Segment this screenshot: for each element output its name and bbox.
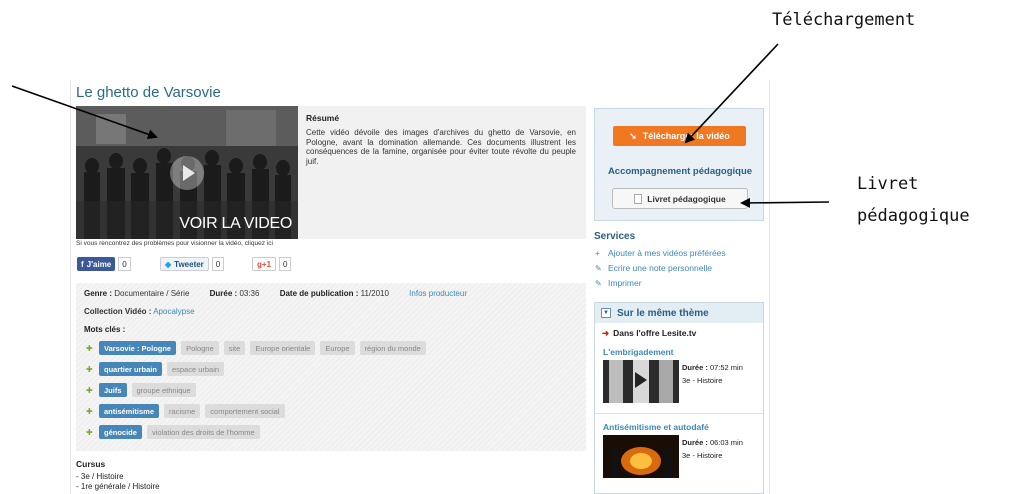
- plus-bullet-icon: ✚: [86, 364, 93, 374]
- keyword-tag-secondary[interactable]: groupe ethnique: [131, 383, 196, 397]
- keyword-tag-secondary[interactable]: Europe orientale: [250, 341, 316, 355]
- download-video-button[interactable]: ➘ Télécharger la vidéo: [613, 126, 746, 146]
- same-theme-box: ▼ Sur le même thème ➜ Dans l'offre Lesit…: [594, 302, 764, 494]
- page-title: Le ghetto de Varsovie: [76, 84, 221, 101]
- keyword-tag-primary[interactable]: antisémitisme: [99, 404, 160, 418]
- divider: [595, 413, 763, 414]
- annotation-livret-line2: pédagogique: [857, 206, 970, 226]
- keyword-tag-primary[interactable]: Varsovie : Pologne: [99, 341, 177, 355]
- keyword-row: ✚ antisémitisme racisme comportement social: [86, 404, 285, 418]
- related-video-title[interactable]: L'embrigadement: [603, 347, 674, 357]
- summary-heading: Résumé: [306, 113, 340, 123]
- accompaniment-title: Accompagnement pédagogique: [607, 166, 753, 177]
- keyword-row: ✚ quartier urbain espace urbain: [86, 362, 225, 376]
- document-icon: [634, 193, 643, 204]
- related-video-thumbnail[interactable]: [603, 435, 679, 478]
- video-player[interactable]: VOIR LA VIDEO: [76, 106, 298, 239]
- related-video-meta: Durée : 06:03 min 3e - Histoire: [682, 438, 743, 460]
- keyword-tag-primary[interactable]: génocide: [99, 425, 142, 439]
- keyword-tag-secondary[interactable]: violation des droits de l'homme: [146, 425, 260, 439]
- twitter-count: 0: [211, 257, 225, 271]
- gplus-share[interactable]: g +1 0: [252, 257, 292, 271]
- play-icon[interactable]: [170, 156, 204, 190]
- keyword-tag-secondary[interactable]: espace urbain: [166, 362, 225, 376]
- summary-text: Cette vidéo dévoile des images d'archive…: [306, 128, 576, 166]
- video-help-text[interactable]: Si vous rencontrez des problèmes pour vi…: [76, 240, 273, 247]
- cursus-item: - 1re générale / Histoire: [76, 482, 160, 491]
- plus-icon: +: [595, 248, 600, 258]
- keyword-tag-secondary[interactable]: Pologne: [181, 341, 219, 355]
- plus-bullet-icon: ✚: [86, 427, 93, 437]
- facebook-button[interactable]: f J'aime: [77, 257, 116, 271]
- video-metadata: Genre : Documentaire / Série Durée : 03:…: [76, 283, 586, 451]
- twitter-share[interactable]: ◆ Tweeter 0: [160, 257, 225, 271]
- related-video-meta: Durée : 07:52 min 3e - Histoire: [682, 363, 743, 385]
- plus-bullet-icon: ✚: [86, 385, 93, 395]
- keyword-tag-secondary[interactable]: Europe: [320, 341, 355, 355]
- note-icon: ✎: [595, 263, 602, 273]
- facebook-count: 0: [118, 257, 131, 271]
- print-icon: ✎: [595, 278, 602, 288]
- facebook-like[interactable]: f J'aime 0: [77, 257, 131, 271]
- collection-link[interactable]: Apocalypse: [153, 307, 194, 316]
- cursus-section: Cursus - 3e / Histoire - 1re générale / …: [76, 459, 160, 492]
- summary-panel: Résumé Cette vidéo dévoile des images d'…: [298, 106, 586, 239]
- gplus-button[interactable]: g +1: [252, 257, 277, 271]
- same-theme-header[interactable]: ▼ Sur le même thème: [595, 303, 763, 323]
- genre-value: Documentaire / Série: [114, 289, 190, 298]
- annotation-livret-line1: Livret: [857, 174, 919, 194]
- keyword-tag-secondary[interactable]: région du monde: [359, 341, 426, 355]
- services-title: Services: [594, 231, 636, 242]
- keyword-tag-secondary[interactable]: racisme: [164, 404, 201, 418]
- cursus-title: Cursus: [76, 459, 106, 469]
- keyword-tag-primary[interactable]: Juifs: [99, 383, 127, 397]
- offer-line: ➜ Dans l'offre Lesite.tv: [602, 328, 697, 338]
- service-add-favorites[interactable]: + Ajouter à mes vidéos préférées: [595, 248, 726, 258]
- related-video-title[interactable]: Antisémitisme et autodafé: [603, 422, 709, 432]
- facebook-icon: f: [81, 259, 84, 269]
- meta-info-row: Genre : Documentaire / Série Durée : 03:…: [84, 289, 467, 298]
- twitter-icon: ◆: [165, 259, 172, 269]
- publication-date: 11/2010: [360, 289, 389, 298]
- keyword-row: ✚ génocide violation des droits de l'homme: [86, 425, 260, 439]
- related-video-thumbnail[interactable]: [603, 360, 679, 403]
- keywords-label: Mots clés :: [84, 325, 126, 334]
- plus-bullet-icon: ✚: [86, 406, 93, 416]
- keyword-tag-secondary[interactable]: comportement social: [205, 404, 285, 418]
- arrow-right-icon: ➜: [602, 328, 610, 338]
- keyword-row: ✚ Juifs groupe ethnique: [86, 383, 196, 397]
- gplus-count: 0: [279, 257, 292, 271]
- download-icon: ➘: [629, 130, 637, 141]
- service-print[interactable]: ✎ Imprimer: [595, 278, 642, 288]
- producer-info-link[interactable]: Infos producteur: [409, 289, 467, 298]
- keyword-row: ✚ Varsovie : Pologne Pologne site Europe ori…: [86, 341, 426, 355]
- collection-row: Collection Vidéo : Apocalypse: [84, 307, 195, 316]
- plus-bullet-icon: ✚: [86, 343, 93, 353]
- service-write-note[interactable]: ✎ Ecrire une note personnelle: [595, 263, 712, 273]
- tweet-button[interactable]: ◆ Tweeter: [160, 257, 209, 271]
- teaching-booklet-button[interactable]: Livret pédagogique: [612, 188, 748, 209]
- chevron-down-icon[interactable]: ▼: [601, 308, 611, 318]
- cursus-item: - 3e / Histoire: [76, 472, 124, 481]
- keyword-tag-primary[interactable]: quartier urbain: [99, 362, 162, 376]
- keyword-tag-secondary[interactable]: site: [223, 341, 246, 355]
- duration-value: 03:36: [239, 289, 260, 298]
- annotation-telechargement: Téléchargement: [772, 10, 916, 30]
- watch-video-label[interactable]: VOIR LA VIDEO: [179, 215, 292, 233]
- download-box: ➘ Télécharger la vidéo Accompagnement pé…: [594, 108, 764, 221]
